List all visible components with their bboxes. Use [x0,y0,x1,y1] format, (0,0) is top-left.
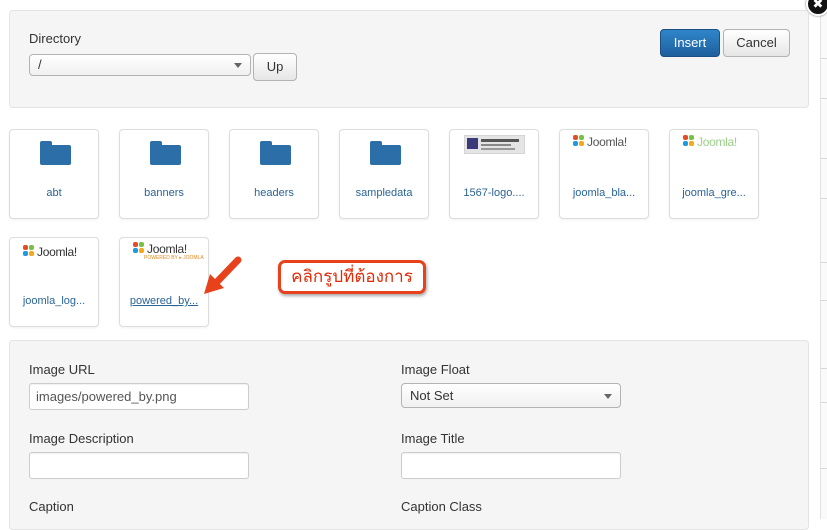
image-label: joomla_gre... [682,187,746,199]
joomla-logo-green: Joomla! [683,135,737,149]
image-description-input[interactable] [29,452,249,479]
cancel-button[interactable]: Cancel [723,29,790,57]
image-float-value: Not Set [410,388,454,403]
image-label: 1567-logo.... [463,187,525,199]
image-properties-panel: Image URL images/powered_by.png Image Fl… [9,340,809,530]
folder-item-abt[interactable]: abt [9,129,99,219]
powered-by-text: POWERED BY ▸ JOOMLA [144,255,204,261]
image-url-label: Image URL [29,362,95,377]
directory-select-value: / [38,57,42,72]
up-button[interactable]: Up [253,53,297,81]
annotation-arrow-icon [204,256,242,294]
image-title-label: Image Title [401,431,465,446]
insert-button[interactable]: Insert [660,29,720,57]
joomla-logo-black: Joomla! [573,135,627,149]
joomla-logo: Joomla! [23,245,77,259]
image-item-powered-by[interactable]: Joomla! POWERED BY ▸ JOOMLA powered_by..… [119,237,209,327]
folder-icon [260,141,291,165]
logo-thumbnail [464,135,525,154]
chevron-down-icon [604,394,612,399]
caption-class-label: Caption Class [401,499,482,514]
image-label: powered_by... [129,295,199,307]
image-float-select[interactable]: Not Set [401,383,621,408]
image-label: joomla_log... [22,295,86,307]
image-item-joomla-green[interactable]: Joomla! joomla_gre... [669,129,759,219]
image-item-1567-logo[interactable]: 1567-logo.... [449,129,539,219]
image-label: joomla_bla... [572,187,636,199]
image-title-input[interactable] [401,452,621,479]
folder-label: headers [254,187,294,199]
folder-label: abt [46,187,62,199]
image-item-joomla-black[interactable]: Joomla! joomla_bla... [559,129,649,219]
folder-item-headers[interactable]: headers [229,129,319,219]
folder-label: banners [144,187,184,199]
directory-select[interactable]: / [29,54,251,76]
image-description-label: Image Description [29,431,134,446]
folder-icon [370,141,401,165]
close-icon[interactable]: ✖ [806,0,827,16]
caption-label: Caption [29,499,74,514]
chevron-down-icon [234,63,242,68]
folder-icon [40,141,71,165]
folder-item-banners[interactable]: banners [119,129,209,219]
directory-label: Directory [29,31,82,46]
folder-item-sampledata[interactable]: sampledata [339,129,429,219]
folder-label: sampledata [355,187,413,199]
window-edge [820,0,827,519]
image-url-input[interactable]: images/powered_by.png [29,383,249,410]
folder-icon [150,141,181,165]
joomla-powered-by-logo: Joomla! [133,242,187,256]
directory-panel: Directory / Up Insert Cancel [9,10,809,108]
image-float-label: Image Float [401,362,470,377]
annotation-callout: คลิกรูปที่ต้องการ [278,260,426,294]
image-item-joomla-logo[interactable]: Joomla! joomla_log... [9,237,99,327]
